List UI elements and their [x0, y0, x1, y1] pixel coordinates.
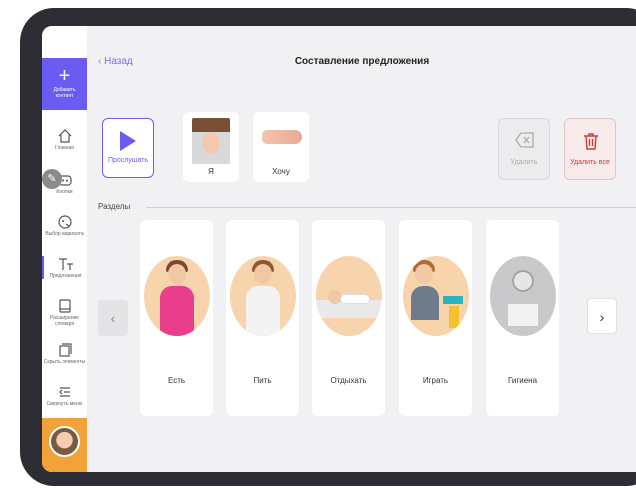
category-card-hygiene[interactable]: Гигиена: [486, 220, 559, 416]
delete-all-button[interactable]: Удалить все: [564, 118, 616, 180]
bathroom-photo: [490, 256, 556, 336]
chevron-right-icon: ›: [599, 309, 605, 325]
backspace-icon: [515, 132, 534, 148]
user-avatar[interactable]: [42, 418, 87, 472]
page-title: Составление предложения: [294, 56, 430, 67]
girl-eating-photo: [144, 256, 210, 336]
divider: [146, 207, 636, 208]
sidebar-item-dictionary[interactable]: Расширение словаря: [42, 298, 87, 327]
text-icon: [58, 258, 73, 270]
dictionary-icon: [58, 299, 71, 313]
boy-playing-photo: [403, 256, 469, 336]
category-card-eat[interactable]: Есть: [140, 220, 213, 416]
home-icon: [58, 129, 71, 143]
add-content-label: Добавить контент: [53, 87, 76, 99]
hide-icon: [58, 343, 72, 357]
back-button[interactable]: ‹ Назад: [98, 56, 133, 67]
choice-icon: [57, 215, 72, 229]
app-screen: + Добавить контент Главная Кнопки Выбор …: [42, 26, 636, 472]
sentence-word-card[interactable]: Я: [183, 112, 239, 182]
collapse-icon: [58, 387, 70, 397]
delete-button[interactable]: Удалить: [498, 118, 550, 180]
prev-page-button[interactable]: ‹: [98, 300, 128, 336]
sentence-word-card[interactable]: Хочу: [253, 112, 309, 182]
sidebar-item-sentences[interactable]: Предложения: [42, 256, 87, 279]
category-card-rest[interactable]: Отдыхать: [312, 220, 385, 416]
listen-button[interactable]: Прослушать: [102, 118, 154, 178]
next-page-button[interactable]: ›: [587, 298, 617, 334]
play-icon: [120, 131, 136, 151]
boy-drinking-photo: [230, 256, 296, 336]
edit-icon[interactable]: ✎: [42, 169, 62, 189]
plus-icon: +: [58, 65, 71, 87]
sidebar: + Добавить контент Главная Кнопки Выбор …: [42, 26, 87, 472]
sidebar-item-hide[interactable]: Скрыть элементы: [42, 342, 87, 365]
sidebar-item-choice[interactable]: Выбор варианта: [42, 214, 87, 237]
chevron-left-icon: ‹: [110, 310, 116, 326]
add-content-button[interactable]: + Добавить контент: [42, 58, 87, 110]
trash-icon: [584, 133, 598, 150]
boy-photo: [192, 118, 230, 164]
child-resting-photo: [316, 256, 382, 336]
hand-photo: [262, 130, 302, 144]
category-card-play[interactable]: Играть: [399, 220, 472, 416]
sections-heading: Разделы: [98, 202, 131, 211]
category-card-drink[interactable]: Пить: [226, 220, 299, 416]
avatar-photo: [49, 426, 80, 457]
sidebar-item-home[interactable]: Главная: [42, 128, 87, 151]
sidebar-item-collapse[interactable]: Свернуть меню: [42, 384, 87, 407]
